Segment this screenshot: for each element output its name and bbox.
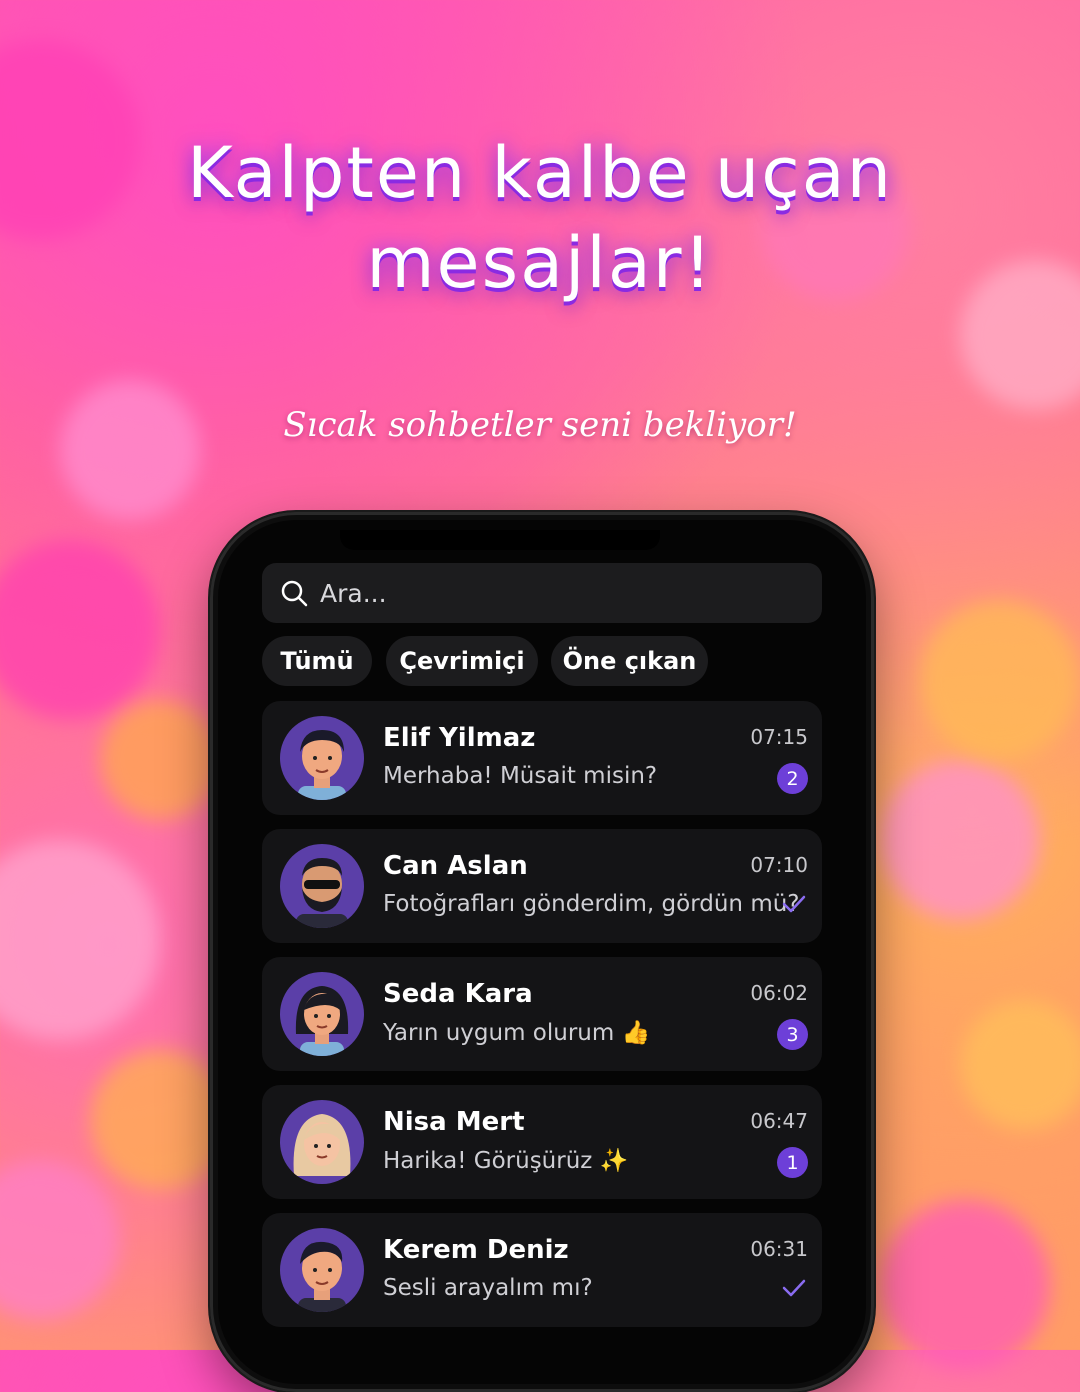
chat-preview: Merhaba! Müsait misin? (383, 763, 658, 789)
filter-chip-featured[interactable]: Öne çıkan (551, 636, 708, 686)
chat-name: Elif Yilmaz (383, 723, 536, 753)
avatar (280, 1100, 364, 1184)
read-check-icon (782, 1279, 806, 1297)
headline-line-1: Kalpten kalbe uçan (186, 132, 894, 214)
chat-name: Can Aslan (383, 851, 528, 881)
chat-row[interactable]: Seda Kara Yarın uygum olurum 👍 06:02 3 (262, 957, 822, 1071)
chat-preview: Harika! Görüşürüz ✨ (383, 1148, 629, 1174)
read-check-icon (782, 895, 806, 913)
unread-badge: 3 (777, 1019, 808, 1050)
chat-row[interactable]: Kerem Deniz Sesli arayalım mı? 06:31 (262, 1213, 822, 1327)
avatar (280, 1228, 364, 1312)
search-bar[interactable]: Ara... (262, 563, 822, 623)
chat-row[interactable]: Can Aslan Fotoğrafları gönderdim, gördün… (262, 829, 822, 943)
avatar (280, 972, 364, 1056)
avatar (280, 716, 364, 800)
search-placeholder: Ara... (320, 578, 387, 608)
chat-time: 06:31 (750, 1237, 808, 1261)
unread-badge: 1 (777, 1147, 808, 1178)
headline-line-2: mesajlar! (366, 222, 714, 304)
chat-time: 06:02 (750, 981, 808, 1005)
chat-preview: Yarın uygum olurum 👍 (383, 1020, 651, 1046)
phone-notch (340, 530, 660, 550)
avatar (280, 844, 364, 928)
chat-row[interactable]: Nisa Mert Harika! Görüşürüz ✨ 06:47 1 (262, 1085, 822, 1199)
unread-badge: 2 (777, 763, 808, 794)
chat-time: 06:47 (750, 1109, 808, 1133)
chat-name: Seda Kara (383, 979, 533, 1009)
chat-name: Kerem Deniz (383, 1235, 569, 1265)
filter-chip-all[interactable]: Tümü (262, 636, 372, 686)
chat-name: Nisa Mert (383, 1107, 525, 1137)
filter-chip-online[interactable]: Çevrimiçi (386, 636, 538, 686)
chat-time: 07:10 (750, 853, 808, 877)
headline: Kalpten kalbe uçan mesajlar! (0, 128, 1080, 308)
chat-time: 07:15 (750, 725, 808, 749)
search-icon (281, 580, 308, 607)
subline: Sıcak sohbetler seni bekliyor! (283, 405, 797, 445)
chat-preview: Fotoğrafları gönderdim, gördün mü? (383, 891, 800, 917)
chat-preview: Sesli arayalım mı? (383, 1275, 593, 1301)
chat-row[interactable]: Elif Yilmaz Merhaba! Müsait misin? 07:15… (262, 701, 822, 815)
